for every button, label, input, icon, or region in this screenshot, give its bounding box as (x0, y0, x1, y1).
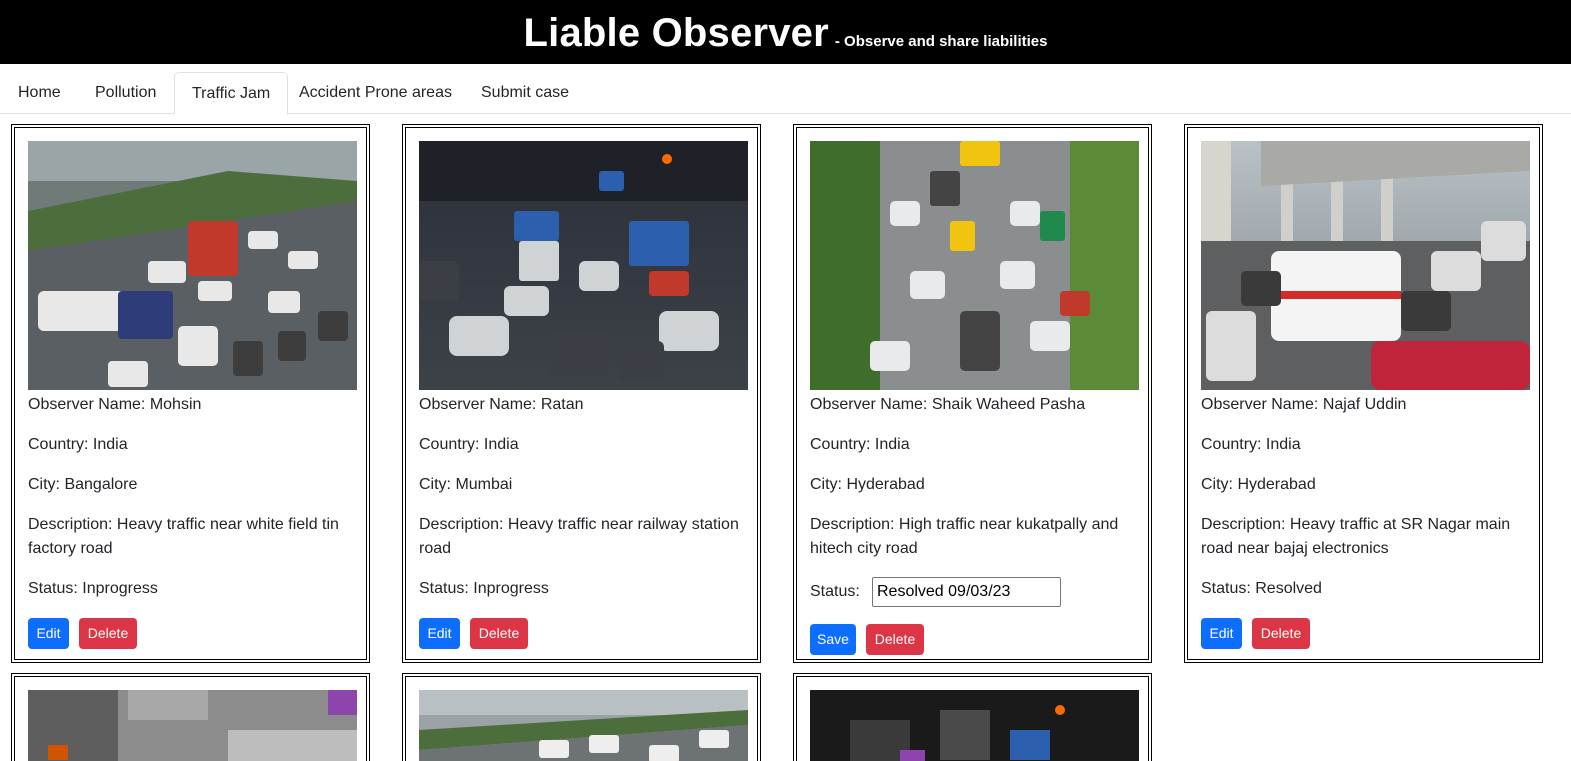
edit-button[interactable]: Edit (419, 618, 460, 649)
tab-home[interactable]: Home (1, 72, 78, 114)
traffic-photo (810, 690, 1139, 761)
delete-button[interactable]: Delete (470, 618, 528, 649)
site-header: Liable Observer - Observe and share liab… (0, 0, 1571, 64)
case-card: Observer Name: Mohsin Country: India Cit… (11, 124, 370, 663)
tab-traffic-jam[interactable]: Traffic Jam (174, 72, 289, 115)
site-subtitle: - Observe and share liabilities (834, 33, 1048, 50)
status-label: Status: (810, 583, 860, 600)
country: Country: India (810, 436, 910, 453)
city: City: Hyderabad (1201, 476, 1316, 493)
country: Country: India (419, 436, 519, 453)
tab-pollution[interactable]: Pollution (78, 72, 173, 114)
description: Description: Heavy traffic near white fi… (28, 516, 339, 557)
traffic-photo (28, 690, 357, 761)
status: Status: Resolved (1201, 580, 1322, 597)
city: City: Mumbai (419, 476, 513, 493)
case-card (11, 673, 370, 761)
delete-button[interactable]: Delete (79, 618, 137, 649)
traffic-photo (419, 690, 748, 761)
description: Description: Heavy traffic near railway … (419, 516, 739, 557)
description: Description: High traffic near kukatpall… (810, 516, 1119, 557)
tab-submit-case[interactable]: Submit case (464, 72, 586, 114)
case-card: Observer Name: Ratan Country: India City… (402, 124, 761, 663)
country: Country: India (1201, 436, 1301, 453)
traffic-photo (810, 141, 1139, 390)
edit-button[interactable]: Edit (28, 618, 69, 649)
case-card: Observer Name: Najaf Uddin Country: Indi… (1184, 124, 1543, 663)
delete-button[interactable]: Delete (1252, 618, 1310, 649)
observer-name: Observer Name: Ratan (419, 396, 584, 413)
traffic-photo (28, 141, 357, 390)
observer-name: Observer Name: Najaf Uddin (1201, 396, 1407, 413)
status-row: Status: (810, 577, 1140, 609)
city: City: Bangalore (28, 476, 138, 493)
status: Status: Inprogress (419, 580, 549, 597)
edit-button[interactable]: Edit (1201, 618, 1242, 649)
delete-button[interactable]: Delete (866, 624, 924, 655)
traffic-photo (419, 141, 748, 390)
site-title: Liable Observer (523, 11, 829, 55)
status-input[interactable] (872, 577, 1061, 607)
status: Status: Inprogress (28, 580, 158, 597)
tab-accident-prone-areas[interactable]: Accident Prone areas (282, 72, 469, 114)
case-card (402, 673, 761, 761)
traffic-photo (1201, 141, 1530, 390)
description: Description: Heavy traffic at SR Nagar m… (1201, 516, 1511, 557)
city: City: Hyderabad (810, 476, 925, 493)
save-button[interactable]: Save (810, 624, 856, 655)
case-card: Observer Name: Shaik Waheed Pasha Countr… (793, 124, 1152, 663)
observer-name: Observer Name: Mohsin (28, 396, 202, 413)
observer-name: Observer Name: Shaik Waheed Pasha (810, 396, 1086, 413)
nav-tabs: Home Pollution Traffic Jam Accident Pron… (0, 64, 1571, 115)
country: Country: India (28, 436, 128, 453)
case-card (793, 673, 1152, 761)
